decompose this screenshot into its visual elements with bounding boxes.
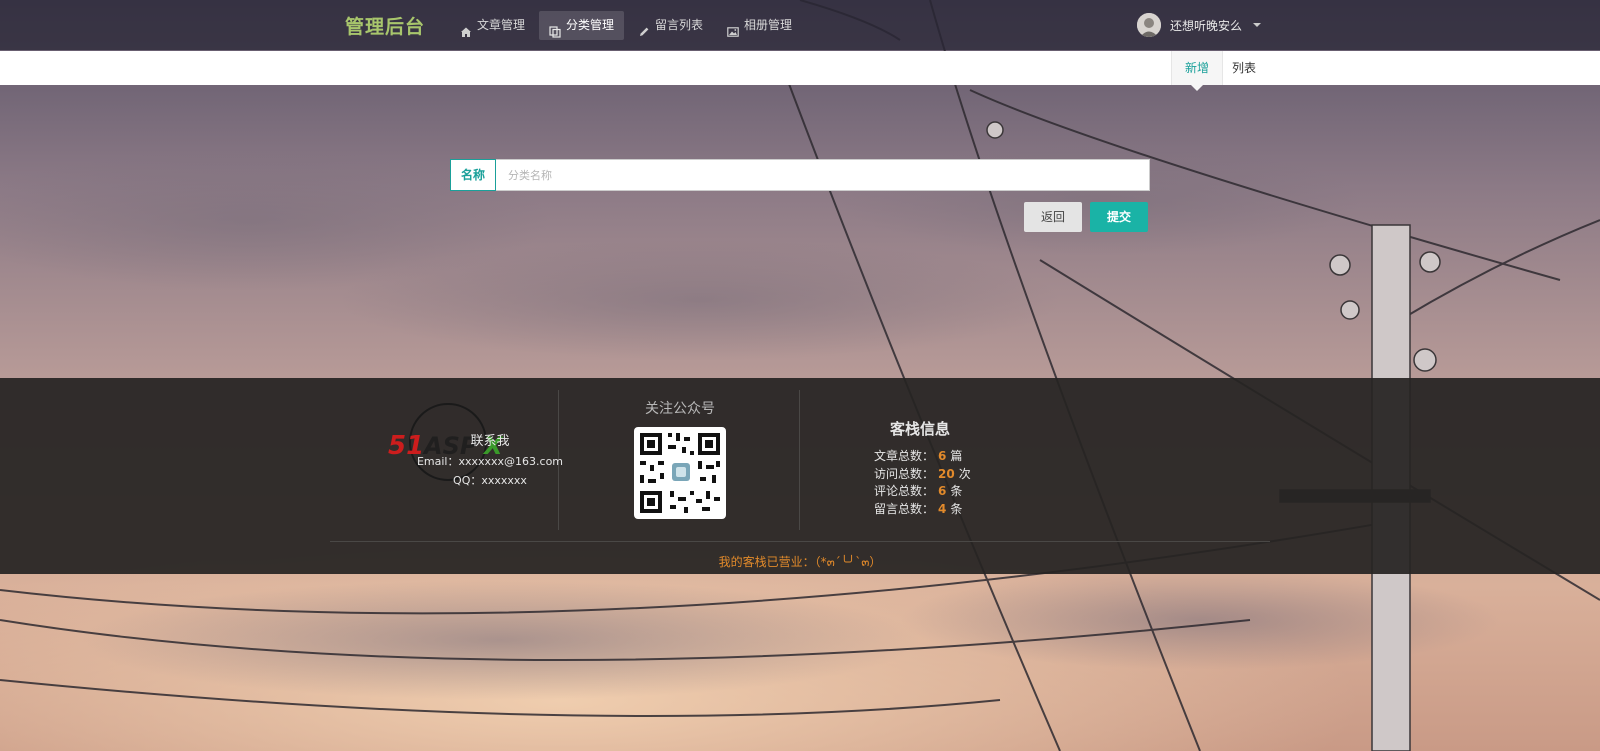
footer-divider-horizontal <box>330 541 1270 542</box>
qrcode-title: 关注公众号 <box>645 401 715 417</box>
user-menu[interactable]: 还想听晚安么 <box>1137 13 1262 37</box>
stat-value: 6 <box>938 484 947 498</box>
qr-code-icon <box>634 427 726 519</box>
stat-unit: 条 <box>950 501 963 516</box>
user-name: 还想听晚安么 <box>1170 18 1243 33</box>
stat-value: 4 <box>938 501 947 516</box>
submit-button[interactable]: 提交 <box>1090 202 1148 232</box>
nav-label: 分类管理 <box>566 18 615 32</box>
stat-row: 评论总数： 6 条 <box>874 483 971 501</box>
stat-unit: 篇 <box>950 449 963 463</box>
main-nav: 文章管理 分类管理 留言列表 相册管理 <box>450 11 802 40</box>
stat-label: 访问总数： <box>874 466 935 481</box>
contact-email: Email：xxxxxxx@163.com <box>416 455 564 468</box>
nav-item-album[interactable]: 相册管理 <box>717 11 802 40</box>
category-name-input[interactable] <box>496 159 1150 191</box>
stat-value: 20 <box>938 466 955 481</box>
stat-unit: 条 <box>950 484 963 498</box>
nav-label: 留言列表 <box>655 18 704 32</box>
nav-label: 文章管理 <box>477 18 526 32</box>
stat-row: 文章总数： 6 篇 <box>874 448 971 466</box>
stat-value: 6 <box>938 449 947 463</box>
name-label: 名称 <box>450 159 496 191</box>
nav-item-messages[interactable]: 留言列表 <box>628 11 713 40</box>
footer-divider <box>799 390 800 530</box>
tab-list[interactable]: 列表 <box>1222 51 1266 85</box>
stats-list: 文章总数： 6 篇 访问总数： 20 次 评论总数： 6 条 留言总数： 4 条 <box>874 448 971 518</box>
uptime-note: 我的客栈已营业：（*๓´╰╯`๓） <box>718 555 882 569</box>
stat-label: 留言总数： <box>874 501 935 516</box>
background-scene <box>0 0 1600 751</box>
stats-title: 客栈信息 <box>889 420 950 438</box>
contact-section: 联系我 Email：xxxxxxx@163.com QQ：xxxxxxx <box>390 430 590 488</box>
pencil-icon <box>638 20 650 36</box>
stat-row: 留言总数： 4 条 <box>874 501 971 519</box>
stat-label: 文章总数： <box>874 449 935 463</box>
stat-unit: 次 <box>958 466 971 481</box>
nav-item-categories[interactable]: 分类管理 <box>539 11 625 40</box>
tab-add[interactable]: 新增 <box>1171 51 1223 91</box>
contact-qq: QQ：xxxxxxx <box>453 474 527 487</box>
stat-row: 访问总数： 20 次 <box>874 466 971 484</box>
caret-down-icon <box>1253 23 1262 27</box>
copy-icon <box>549 20 561 38</box>
back-button[interactable]: 返回 <box>1024 202 1082 232</box>
nav-label: 相册管理 <box>744 18 793 32</box>
footer-panel: 51 ASP X 联系我 Email：xxxxxxx@163.com QQ：xx… <box>0 378 1600 574</box>
contact-title: 联系我 <box>470 434 510 449</box>
picture-icon <box>727 20 739 37</box>
sub-tab-bar: 新增 列表 <box>0 51 1600 91</box>
user-avatar-icon <box>1137 13 1161 37</box>
top-navbar: 管理后台 文章管理 分类管理 留言列表 相册管理 还想听晚安么 <box>0 0 1600 50</box>
nav-item-articles[interactable]: 文章管理 <box>450 11 535 40</box>
home-icon <box>460 20 472 37</box>
stat-label: 评论总数： <box>874 484 935 498</box>
brand-title[interactable]: 管理后台 <box>345 12 425 39</box>
category-name-row: 名称 <box>450 159 1150 191</box>
